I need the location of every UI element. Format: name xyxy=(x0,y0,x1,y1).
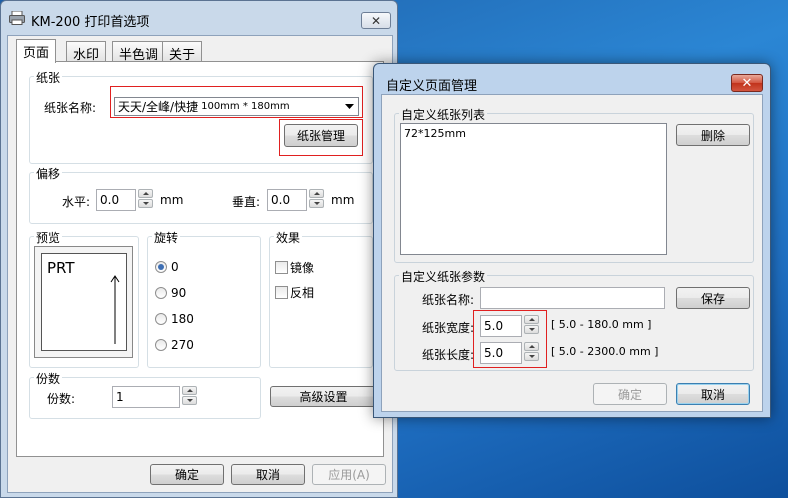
copies-spinner[interactable] xyxy=(182,386,197,405)
spin-down-icon[interactable] xyxy=(309,199,324,208)
chevron-down-icon xyxy=(342,100,356,113)
horizontal-label: 水平: xyxy=(62,195,91,209)
preview-group-legend: 预览 xyxy=(34,229,63,246)
spin-up-icon[interactable] xyxy=(182,386,197,395)
radio-icon[interactable] xyxy=(155,313,167,325)
paper-name-label: 纸张名称: xyxy=(44,101,97,115)
rotation-label-0: 0 xyxy=(171,260,179,274)
page-tab-panel: 纸张 纸张名称: 天天/全峰/快捷 100mm * 180mm 纸张管理 偏移 … xyxy=(16,61,384,457)
rotation-option-0[interactable]: 0 xyxy=(155,260,179,274)
spin-up-icon[interactable] xyxy=(309,189,324,198)
printing-preferences-window: KM-200 打印首选项 ✕ 页面 水印 半色调 关于 纸张 纸张名称: 天天/… xyxy=(0,0,398,498)
paper-manage-button[interactable]: 纸张管理 xyxy=(284,124,358,147)
vertical-offset-input[interactable]: 0.0 xyxy=(267,189,307,211)
dialog-title: 自定义页面管理 xyxy=(386,79,478,94)
spin-up-icon[interactable] xyxy=(524,342,539,351)
horizontal-offset-spinner[interactable] xyxy=(138,189,153,208)
rotation-option-90[interactable]: 90 xyxy=(155,286,186,300)
rotation-option-270[interactable]: 270 xyxy=(155,338,194,352)
tab-page[interactable]: 页面 xyxy=(16,39,57,63)
apply-button[interactable]: 应用(A) xyxy=(312,464,386,485)
window-titlebar[interactable]: KM-200 打印首选项 ✕ xyxy=(1,1,397,35)
mirror-checkbox[interactable]: 镜像 xyxy=(275,259,314,276)
inverse-label: 反相 xyxy=(290,286,315,300)
paper-size-value: 100mm * 180mm xyxy=(201,101,290,112)
spin-up-icon[interactable] xyxy=(138,189,153,198)
orientation-arrow-icon xyxy=(110,274,120,347)
copies-label: 份数: xyxy=(47,392,76,406)
dialog-ok-button[interactable]: 确定 xyxy=(593,383,667,405)
close-icon: ✕ xyxy=(741,75,753,91)
spin-down-icon[interactable] xyxy=(182,396,197,405)
paper-group-legend: 纸张 xyxy=(34,69,63,86)
effects-group-legend: 效果 xyxy=(274,229,303,246)
window-title: KM-200 打印首选项 xyxy=(31,15,150,30)
close-icon: ✕ xyxy=(370,13,382,28)
delete-button[interactable]: 删除 xyxy=(676,124,750,146)
paper-name-value: 天天/全峰/快捷 xyxy=(118,100,199,114)
vertical-unit: mm xyxy=(331,193,355,207)
paper-width-input[interactable]: 5.0 xyxy=(480,315,522,337)
save-button[interactable]: 保存 xyxy=(676,287,750,309)
paper-length-input[interactable]: 5.0 xyxy=(480,342,522,364)
cancel-button[interactable]: 取消 xyxy=(231,464,305,485)
tab-halftone[interactable]: 半色调 xyxy=(112,41,166,63)
preview-paper-text: PRT xyxy=(47,259,75,277)
advanced-settings-button[interactable]: 高级设置 xyxy=(270,386,377,407)
tab-watermark[interactable]: 水印 xyxy=(66,41,107,63)
spin-down-icon[interactable] xyxy=(524,352,539,361)
ok-button[interactable]: 确定 xyxy=(150,464,224,485)
effects-group xyxy=(269,236,373,368)
spin-down-icon[interactable] xyxy=(138,199,153,208)
paper-width-spinner[interactable] xyxy=(524,315,539,334)
dialog-client-area: 自定义纸张列表 72*125mm 删除 自定义纸张参数 纸张名称: 保存 纸张宽… xyxy=(381,94,763,412)
printer-icon xyxy=(9,10,25,25)
paper-list-legend: 自定义纸张列表 xyxy=(399,106,488,123)
radio-selected-icon[interactable] xyxy=(155,261,167,273)
vertical-label: 垂直: xyxy=(232,195,261,209)
copies-input[interactable]: 1 xyxy=(112,386,180,408)
paper-name-input[interactable] xyxy=(480,287,665,309)
copies-group-legend: 份数 xyxy=(34,370,63,387)
paper-listbox[interactable]: 72*125mm xyxy=(400,123,667,255)
rotation-label-270: 270 xyxy=(171,338,194,352)
checkbox-icon[interactable] xyxy=(275,261,288,274)
paper-length-label: 纸张长度: xyxy=(422,348,475,362)
paper-name-select[interactable]: 天天/全峰/快捷 100mm * 180mm xyxy=(114,97,359,116)
paper-width-range: [ 5.0 - 180.0 mm ] xyxy=(551,318,652,331)
custom-page-dialog: 自定义页面管理 ✕ 自定义纸张列表 72*125mm 删除 自定义纸张参数 纸张… xyxy=(373,63,771,418)
checkbox-icon[interactable] xyxy=(275,286,288,299)
paper-params-legend: 自定义纸张参数 xyxy=(399,268,488,285)
radio-icon[interactable] xyxy=(155,287,167,299)
preview-frame: PRT xyxy=(34,246,133,358)
list-item[interactable]: 72*125mm xyxy=(404,127,466,140)
horizontal-offset-input[interactable]: 0.0 xyxy=(96,189,136,211)
spin-up-icon[interactable] xyxy=(524,315,539,324)
inverse-checkbox[interactable]: 反相 xyxy=(275,284,314,301)
tab-about[interactable]: 关于 xyxy=(162,41,203,63)
window-close-button[interactable]: ✕ xyxy=(361,12,391,29)
preview-paper: PRT xyxy=(41,253,127,351)
window-client-area: 页面 水印 半色调 关于 纸张 纸张名称: 天天/全峰/快捷 100mm * 1… xyxy=(7,35,393,493)
vertical-offset-spinner[interactable] xyxy=(309,189,324,208)
dialog-cancel-button[interactable]: 取消 xyxy=(676,383,750,405)
mirror-label: 镜像 xyxy=(290,261,315,275)
paper-width-label: 纸张宽度: xyxy=(422,321,475,335)
spin-down-icon[interactable] xyxy=(524,325,539,334)
paper-length-range: [ 5.0 - 2300.0 mm ] xyxy=(551,345,659,358)
radio-icon[interactable] xyxy=(155,339,167,351)
offset-group-legend: 偏移 xyxy=(34,165,63,182)
rotation-label-90: 90 xyxy=(171,286,187,300)
paper-length-spinner[interactable] xyxy=(524,342,539,361)
rotation-group-legend: 旋转 xyxy=(152,229,181,246)
dialog-close-button[interactable]: ✕ xyxy=(731,74,763,92)
horizontal-unit: mm xyxy=(160,193,184,207)
paper-name-label: 纸张名称: xyxy=(422,293,475,307)
rotation-label-180: 180 xyxy=(171,312,194,326)
rotation-option-180[interactable]: 180 xyxy=(155,312,194,326)
